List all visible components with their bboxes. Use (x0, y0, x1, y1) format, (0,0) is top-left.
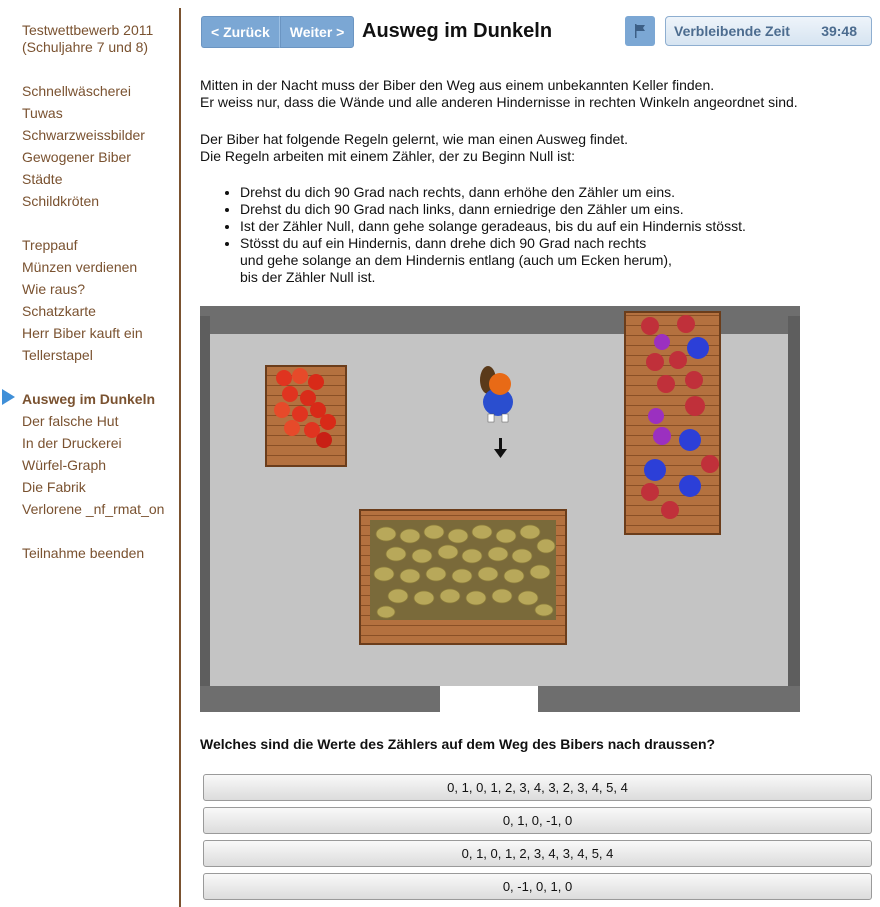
rules-intro-paragraph: Der Biber hat folgende Regeln gelernt, w… (200, 131, 628, 165)
task-list-group-4: Teilnahme beenden (22, 542, 144, 564)
contest-title: Testwettbewerb 2011 (Schuljahre 7 und 8) (22, 22, 153, 56)
task-list-group-2: Treppauf Münzen verdienen Wie raus? Scha… (22, 234, 143, 366)
rule-item: Ist der Zähler Null, dann gehe solange g… (240, 218, 746, 235)
current-task-arrow-icon (2, 389, 15, 405)
question-text: Welches sind die Werte des Zählers auf d… (200, 736, 716, 752)
rule-4-line-2: und gehe solange an dem Hindernis entlan… (240, 252, 672, 268)
sidebar-item-wie-raus[interactable]: Wie raus? (22, 278, 143, 300)
navigation-buttons: < Zurück Weiter > (201, 16, 355, 48)
answer-option-3[interactable]: 0, 1, 0, 1, 2, 3, 4, 3, 4, 5, 4 (203, 840, 872, 867)
sidebar-item-tellerstapel[interactable]: Tellerstapel (22, 344, 143, 366)
rule-item: Drehst du dich 90 Grad nach rechts, dann… (240, 184, 746, 201)
contest-title-line2: (Schuljahre 7 und 8) (22, 39, 149, 55)
intro-line-1: Mitten in der Nacht muss der Biber den W… (200, 77, 715, 93)
sidebar-item-schildkroeten[interactable]: Schildkröten (22, 190, 145, 212)
bottom-wall-right (538, 686, 800, 712)
task-list-group-1: Schnellwäscherei Tuwas Schwarzweissbilde… (22, 80, 145, 212)
rules-intro-line-1: Der Biber hat folgende Regeln gelernt, w… (200, 131, 629, 147)
flag-icon (635, 24, 645, 38)
sidebar-item-wuerfel-graph[interactable]: Würfel-Graph (22, 454, 164, 476)
sidebar-item-verlorene-information[interactable]: Verlorene _nf_rmat_on (22, 498, 164, 520)
back-button[interactable]: < Zurück (201, 16, 280, 48)
intro-paragraph: Mitten in der Nacht muss der Biber den W… (200, 77, 798, 111)
cellar-illustration (200, 306, 800, 712)
jar-shelf (624, 311, 721, 535)
sidebar-divider (179, 8, 181, 907)
flag-button[interactable] (625, 16, 655, 46)
sidebar-item-staedte[interactable]: Städte (22, 168, 145, 190)
sidebar-item-schnellwaescherei[interactable]: Schnellwäscherei (22, 80, 145, 102)
exit-gap (440, 686, 538, 712)
potato-crate (359, 509, 567, 645)
rule-item: Drehst du dich 90 Grad nach links, dann … (240, 201, 746, 218)
remaining-time-value: 39:48 (821, 23, 857, 39)
remaining-time-box: Verbleibende Zeit 39:48 (665, 16, 872, 46)
sidebar-item-schatzkarte[interactable]: Schatzkarte (22, 300, 143, 322)
sidebar-item-die-fabrik[interactable]: Die Fabrik (22, 476, 164, 498)
finish-participation-link[interactable]: Teilnahme beenden (22, 542, 144, 564)
task-list-group-3: Ausweg im Dunkeln Der falsche Hut In der… (22, 388, 164, 520)
rules-intro-line-2: Die Regeln arbeiten mit einem Zähler, de… (200, 148, 576, 164)
sidebar-item-schwarzweissbilder[interactable]: Schwarzweissbilder (22, 124, 145, 146)
rules-list: Drehst du dich 90 Grad nach rechts, dann… (224, 184, 746, 286)
next-button[interactable]: Weiter > (279, 16, 355, 48)
sidebar-item-herr-biber-kauft-ein[interactable]: Herr Biber kauft ein (22, 322, 143, 344)
contest-title-line1: Testwettbewerb 2011 (22, 22, 154, 38)
sidebar-item-tuwas[interactable]: Tuwas (22, 102, 145, 124)
rule-item: Stösst du auf ein Hindernis, dann drehe … (240, 235, 746, 286)
sidebar-item-gewogener-biber[interactable]: Gewogener Biber (22, 146, 145, 168)
rule-4-line-1: Stösst du auf ein Hindernis, dann drehe … (240, 235, 647, 251)
sidebar-item-in-der-druckerei[interactable]: In der Druckerei (22, 432, 164, 454)
apple-crate (265, 365, 347, 467)
rule-4-line-3: bis der Zähler Null ist. (240, 269, 376, 285)
answer-option-4[interactable]: 0, -1, 0, 1, 0 (203, 873, 872, 900)
answer-option-1[interactable]: 0, 1, 0, 1, 2, 3, 4, 3, 2, 3, 4, 5, 4 (203, 774, 872, 801)
sidebar-item-muenzen-verdienen[interactable]: Münzen verdienen (22, 256, 143, 278)
sidebar-item-treppauf[interactable]: Treppauf (22, 234, 143, 256)
bottom-wall-left (200, 686, 440, 712)
intro-line-2: Er weiss nur, dass die Wände und alle an… (200, 94, 798, 110)
answer-option-2[interactable]: 0, 1, 0, -1, 0 (203, 807, 872, 834)
remaining-time-label: Verbleibende Zeit (674, 23, 790, 39)
sidebar-item-ausweg-im-dunkeln[interactable]: Ausweg im Dunkeln (22, 388, 164, 410)
sidebar: Testwettbewerb 2011 (Schuljahre 7 und 8)… (0, 0, 181, 907)
sidebar-item-der-falsche-hut[interactable]: Der falsche Hut (22, 410, 164, 432)
page-title: Ausweg im Dunkeln (362, 20, 553, 42)
